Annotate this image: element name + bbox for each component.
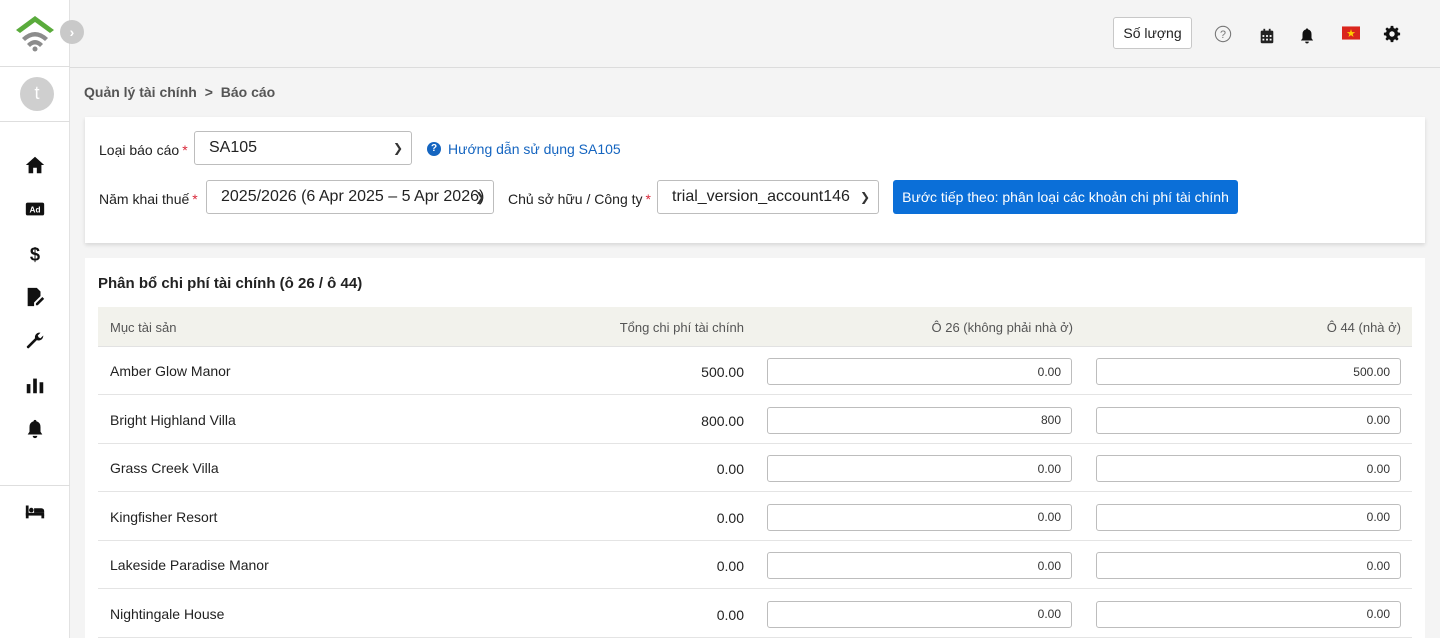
property-name: Grass Creek Villa (110, 460, 219, 476)
report-filter-panel: Loại báo cáo * SA105 ❯ ? Hướng dẫn sử dụn… (85, 117, 1425, 243)
table-row: Kingfisher Resort 0.00 (98, 493, 1412, 541)
chevron-down-icon: ❯ (859, 190, 870, 204)
box26-input[interactable] (767, 358, 1072, 385)
report-type-label: Loại báo cáo * (99, 142, 188, 158)
box44-input[interactable] (1096, 455, 1401, 482)
table-title: Phân bổ chi phí tài chính (ô 26 / ô 44) (98, 275, 363, 292)
sidebar-divider (0, 66, 70, 67)
notification-bell-icon[interactable] (1297, 26, 1317, 46)
box26-input[interactable] (767, 406, 1072, 434)
report-type-select[interactable]: SA105 ❯ (194, 131, 412, 165)
chart-bar-icon[interactable] (23, 373, 47, 397)
column-header-total: Tổng chi phí tài chính (619, 320, 744, 335)
owner-label: Chủ sở hữu / Công ty * (508, 191, 651, 207)
sidebar: t Ad $ (0, 0, 70, 638)
box26-input[interactable] (767, 503, 1072, 531)
box44-input[interactable] (1096, 406, 1401, 434)
tax-year-value: 2025/2026 (6 Apr 2025 – 5 Apr 2026) (221, 188, 485, 205)
topbar: Số lượng ? (70, 0, 1440, 68)
help-link-text: Hướng dẫn sử dụng SA105 (448, 141, 621, 157)
total-finance-cost: 0.00 (716, 558, 744, 574)
property-name: Bright Highland Villa (110, 411, 236, 428)
box44-input[interactable] (1096, 503, 1401, 531)
breadcrumb: Quản lý tài chính > Báo cáo (84, 84, 275, 100)
column-header-box44: Ô 44 (nhà ở) (1326, 320, 1401, 335)
property-name: Kingfisher Resort (110, 508, 218, 525)
chevron-down-icon: ❯ (392, 141, 403, 155)
bell-icon[interactable] (23, 417, 47, 441)
property-name: Nightingale House (110, 605, 225, 622)
help-link[interactable]: ? Hướng dẫn sử dụng SA105 (427, 141, 621, 157)
avatar[interactable]: t (20, 77, 54, 111)
calendar-icon[interactable] (1257, 26, 1277, 46)
wrench-icon[interactable] (23, 329, 47, 353)
quantity-button[interactable]: Số lượng (1113, 17, 1192, 49)
dollar-icon[interactable]: $ (23, 241, 47, 265)
next-step-button[interactable]: Bước tiếp theo: phân loại các khoản chi … (893, 180, 1238, 214)
bed-icon[interactable] (23, 499, 47, 523)
report-type-value: SA105 (209, 139, 258, 156)
svg-text:Ad: Ad (30, 206, 41, 215)
box44-input[interactable] (1096, 358, 1401, 385)
breadcrumb-parent[interactable]: Quản lý tài chính (84, 84, 197, 100)
property-name: Amber Glow Manor (110, 363, 231, 379)
sidebar-divider (0, 485, 70, 486)
table-header: Mục tài sản Tổng chi phí tài chính Ô 26 … (98, 307, 1412, 347)
box26-input[interactable] (767, 600, 1072, 628)
total-finance-cost: 0.00 (716, 509, 744, 526)
breadcrumb-separator: > (204, 84, 213, 100)
table-row: Grass Creek Villa 0.00 (98, 444, 1412, 492)
total-finance-cost: 0.00 (716, 461, 744, 477)
column-header-box26: Ô 26 (không phải nhà ở) (931, 320, 1073, 335)
box26-input[interactable] (767, 455, 1072, 482)
svg-text:?: ? (1220, 29, 1226, 41)
total-finance-cost: 0.00 (716, 606, 744, 623)
table-row: Lakeside Paradise Manor 0.00 (98, 541, 1412, 589)
sidebar-collapse-button[interactable]: › (60, 20, 84, 44)
owner-value: trial_version_account146 (672, 188, 850, 205)
tax-year-select[interactable]: 2025/2026 (6 Apr 2025 – 5 Apr 2026) ❯ (206, 180, 494, 214)
total-finance-cost: 800.00 (701, 412, 744, 429)
help-icon[interactable]: ? (1213, 24, 1233, 44)
ad-icon[interactable]: Ad (23, 197, 47, 221)
file-signature-icon[interactable] (23, 285, 47, 309)
question-circle-icon: ? (427, 142, 441, 156)
box26-input[interactable] (767, 552, 1072, 579)
svg-text:$: $ (30, 243, 40, 264)
chevron-down-icon: ❯ (474, 190, 485, 204)
table-row: Bright Highland Villa 800.00 (98, 396, 1412, 444)
vietnam-flag-icon[interactable] (1340, 24, 1362, 42)
table-row: Amber Glow Manor 500.00 (98, 347, 1412, 395)
sidebar-divider (0, 121, 70, 122)
box44-input[interactable] (1096, 552, 1401, 579)
tax-year-label: Năm khai thuế * (99, 191, 198, 207)
box44-input[interactable] (1096, 600, 1401, 628)
breadcrumb-current: Báo cáo (220, 84, 276, 100)
property-name: Lakeside Paradise Manor (110, 557, 269, 573)
total-finance-cost: 500.00 (701, 364, 744, 380)
column-header-property: Mục tài sản (110, 320, 177, 335)
home-icon[interactable] (23, 153, 47, 177)
owner-select[interactable]: trial_version_account146 ❯ (657, 180, 879, 214)
table-row: Nightingale House 0.00 (98, 590, 1412, 638)
gear-icon[interactable] (1382, 24, 1402, 44)
logo-icon[interactable] (14, 14, 56, 52)
finance-cost-allocation-card: Phân bổ chi phí tài chính (ô 26 / ô 44) … (85, 258, 1425, 638)
